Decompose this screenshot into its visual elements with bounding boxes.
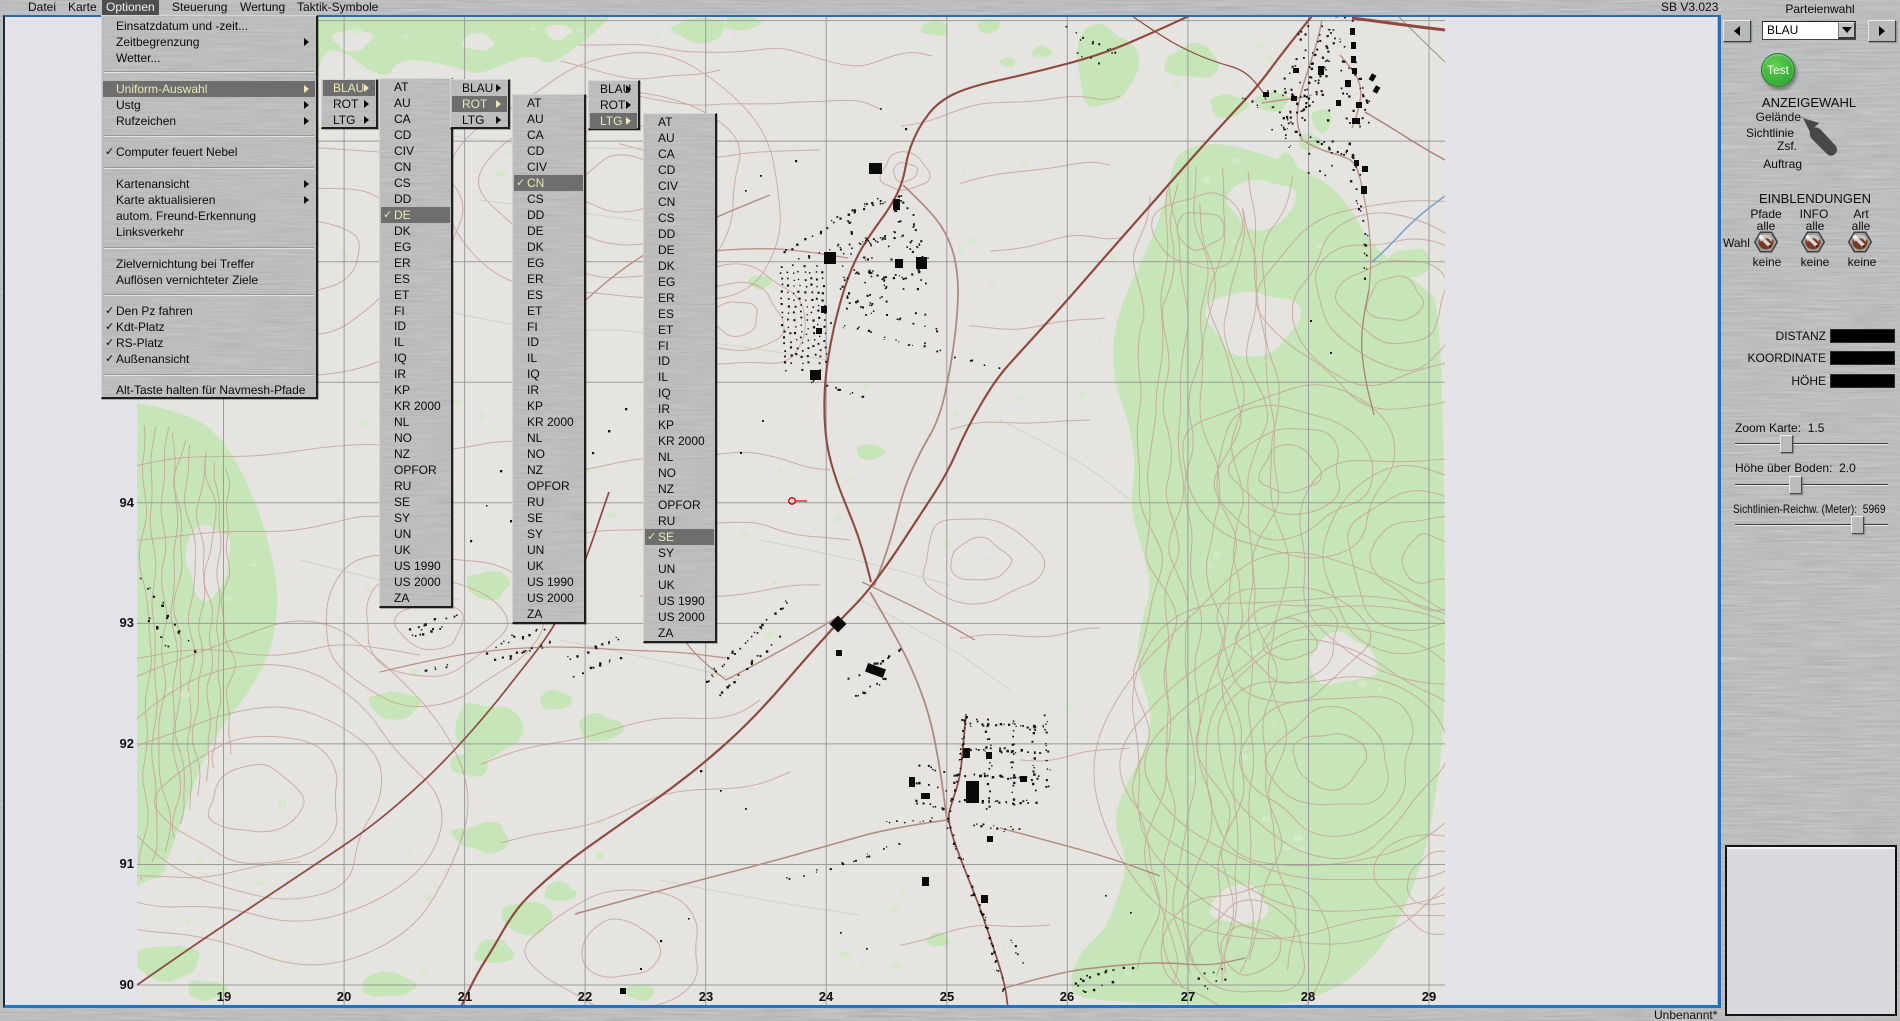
svg-text:29: 29 — [1422, 989, 1436, 1004]
svg-text:23: 23 — [699, 989, 713, 1004]
svg-text:22: 22 — [578, 989, 592, 1004]
svg-text:20: 20 — [337, 989, 351, 1004]
svg-text:24: 24 — [819, 989, 834, 1004]
svg-text:28: 28 — [1301, 989, 1315, 1004]
svg-text:26: 26 — [1060, 989, 1074, 1004]
svg-text:21: 21 — [458, 989, 472, 1004]
svg-text:19: 19 — [217, 989, 231, 1004]
svg-text:27: 27 — [1181, 989, 1195, 1004]
svg-text:25: 25 — [940, 989, 954, 1004]
